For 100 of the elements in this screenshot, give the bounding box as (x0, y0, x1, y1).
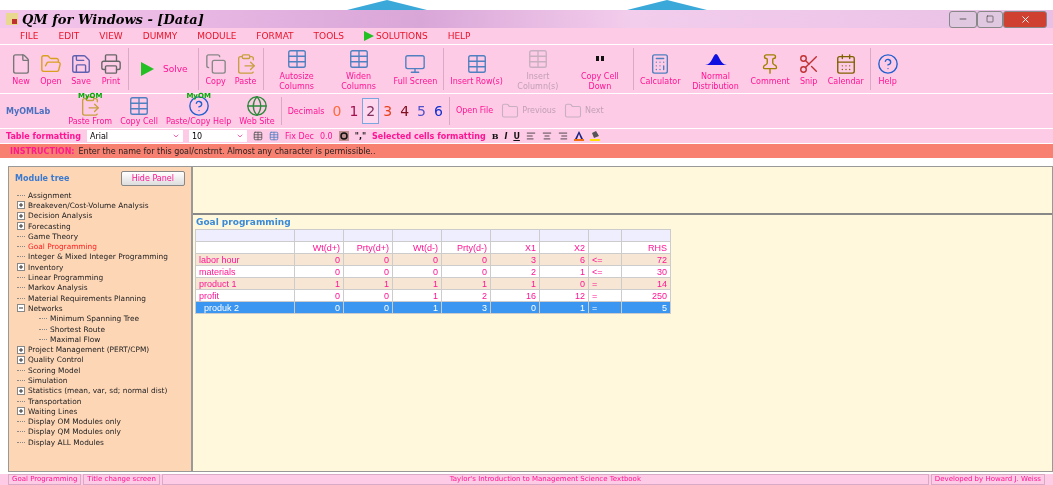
table-icon (347, 48, 370, 70)
decimals-button[interactable]: 6 (430, 98, 447, 124)
chevron-down-icon (172, 132, 180, 140)
toolbar-button[interactable]: Normal Distribution (684, 46, 747, 92)
toolbar-button[interactable]: Open File (451, 106, 498, 116)
fix-dec-label: Fix Dec (285, 131, 314, 141)
bell-curve-icon (704, 53, 727, 65)
toolbar-button[interactable]: Insert Row(s) (446, 51, 507, 87)
table-row[interactable]: profit 0 0 1 2 16 12 = 250 (195, 289, 671, 302)
menu-item[interactable]: MODULE (197, 31, 237, 41)
table-row[interactable]: produk 2 0 0 1 3 0 1 = 5 (195, 301, 671, 314)
toolbar-button[interactable]: Open (36, 51, 66, 87)
toolbar-button[interactable]: Autosize Columns (265, 46, 328, 92)
menu-item[interactable]: EDIT (58, 31, 80, 41)
align-left-icon[interactable] (525, 131, 536, 141)
menu-item[interactable]: FORMAT (256, 31, 294, 41)
table-icon (128, 95, 151, 117)
expand-icon[interactable] (17, 201, 25, 210)
expand-icon[interactable] (17, 355, 25, 364)
folder-icon (501, 102, 520, 120)
expand-icon[interactable] (17, 211, 25, 220)
align-right-icon[interactable] (557, 131, 568, 141)
font-dropdown[interactable]: Arial (87, 130, 183, 142)
app-icon (6, 13, 18, 25)
menu-item[interactable]: VIEW (99, 31, 123, 41)
myomlab-label: MyOMLab (6, 106, 51, 116)
toolbar-button[interactable]: Calculator (635, 51, 685, 87)
close-icon (1019, 13, 1031, 25)
decimals-label: Decimals (287, 106, 325, 116)
expand-icon[interactable] (17, 345, 25, 354)
toolbar-button[interactable]: Comment (746, 51, 794, 87)
globe-icon (246, 95, 268, 117)
toolbar-button[interactable]: Web Site (235, 95, 279, 127)
table-icon (285, 48, 308, 70)
toolbar-button[interactable]: Print (96, 51, 126, 87)
expand-icon[interactable] (17, 386, 25, 395)
hide-panel-button[interactable]: Hide Panel (120, 171, 185, 186)
toolbar-button[interactable]: New (6, 51, 36, 87)
italic-button[interactable]: I (504, 131, 508, 141)
bold-button[interactable]: B (491, 131, 499, 141)
window-title: QM for Windows - [Data] (22, 11, 204, 27)
expand-icon[interactable] (17, 263, 25, 272)
toolbar-button[interactable]: Calendar (823, 51, 868, 87)
document-icon (10, 53, 32, 75)
decimals-button[interactable]: 2 (362, 98, 380, 124)
expand-icon[interactable] (17, 407, 25, 416)
instruction-label: INSTRUCTION: (10, 146, 75, 156)
table-row[interactable]: materials 0 0 0 0 2 1 <= 30 (195, 265, 671, 278)
chevron-down-icon (236, 132, 244, 140)
table-title: Goal programming (195, 216, 292, 229)
decimals-button[interactable]: 1 (345, 98, 363, 124)
toolbar-button[interactable]: Solve (131, 61, 196, 77)
table-row[interactable]: labor hour 0 0 0 0 3 6 <= 72 (195, 253, 671, 266)
collapse-icon[interactable] (17, 304, 25, 313)
help-icon (187, 95, 210, 117)
printer-icon (100, 53, 122, 75)
selected-cells-label: Selected cells formatting (372, 131, 486, 141)
toolbar-button[interactable]: Help (872, 51, 903, 87)
menu-item[interactable]: DUMMY (142, 31, 178, 41)
expand-icon[interactable] (17, 222, 25, 231)
folder-icon (40, 53, 62, 75)
calendar-icon (834, 53, 857, 75)
table-icon (465, 53, 488, 75)
comma-button[interactable]: "," (354, 131, 367, 141)
menu-item[interactable]: SOLUTIONS (364, 31, 428, 41)
toolbar-button[interactable]: Copy Cell (116, 95, 162, 127)
align-center-icon[interactable] (541, 131, 552, 141)
toolbar-button[interactable]: Copy (200, 51, 231, 87)
instruction-text: Enter the name for this goal/cnstrnt. Almost any character is permissible.. (78, 146, 376, 156)
decimals-button[interactable]: 3 (379, 98, 397, 124)
play-icon (364, 31, 374, 41)
table-row[interactable]: product 1 1 1 1 1 1 0 = 14 (195, 277, 671, 290)
floppy-icon (70, 53, 92, 75)
zero-icon[interactable] (338, 131, 349, 141)
toolbar-button[interactable]: Copy Cell Down (568, 46, 631, 92)
module-tree-title: Module tree (15, 174, 70, 183)
play-icon (139, 61, 155, 77)
decimals-button[interactable]: 4 (396, 98, 414, 124)
toolbar-button[interactable]: Paste (230, 51, 261, 87)
menu-item[interactable]: FILE (20, 31, 39, 41)
monitor-icon (404, 53, 427, 75)
toolbar-button[interactable]: Full Screen (389, 51, 442, 87)
quote-icon (595, 56, 604, 62)
maximize-icon (986, 15, 994, 23)
toolbar-button[interactable]: Snip (793, 51, 824, 87)
help-icon (876, 53, 899, 75)
table-formatting-label: Table formatting (6, 131, 81, 141)
close-button[interactable] (1003, 10, 1047, 28)
menu-item[interactable]: HELP (447, 31, 471, 41)
font-color-icon[interactable] (573, 131, 584, 141)
toolbar-button[interactable]: Widen Columns (327, 46, 390, 92)
decimals-button[interactable]: 0 (328, 98, 346, 124)
toolbar-button[interactable]: Save (66, 51, 96, 87)
decimals-button[interactable]: 5 (413, 98, 430, 124)
size-dropdown[interactable]: 10 (189, 130, 247, 142)
fill-color-icon[interactable] (589, 131, 600, 141)
table-icon (526, 48, 549, 70)
underline-button[interactable]: U (513, 131, 520, 141)
menu-item[interactable]: TOOLS (313, 31, 344, 41)
decimal-increase-icon[interactable] (253, 131, 263, 141)
